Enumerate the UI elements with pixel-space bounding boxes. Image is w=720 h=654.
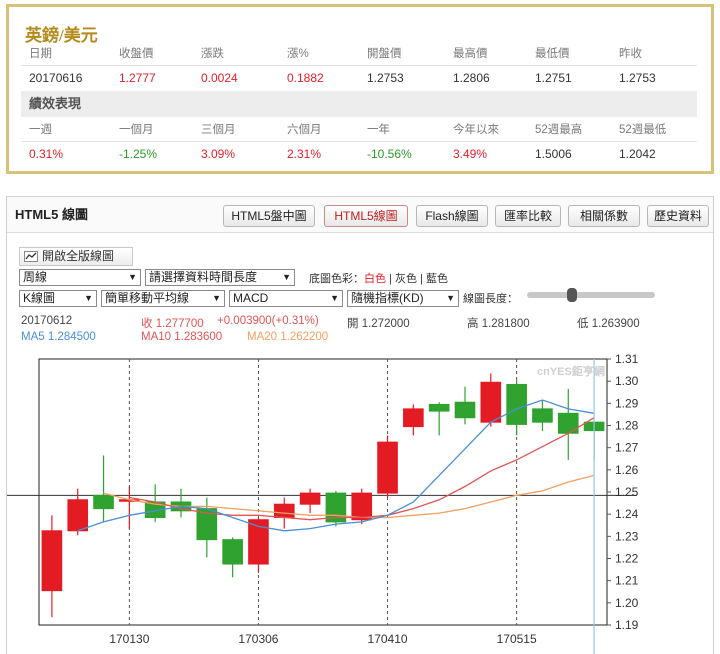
- candle-body-down: [532, 408, 553, 423]
- perf-3m: 3.09%: [201, 147, 236, 161]
- candle-body-up: [480, 381, 502, 423]
- candle-body-down: [557, 412, 579, 434]
- y-tick-label: 1.28: [615, 419, 639, 433]
- col-high-header: 最高價: [453, 48, 488, 60]
- perf-52wl-header: 52週最低: [619, 124, 667, 136]
- x-tick-label: 170410: [368, 632, 408, 646]
- y-tick-label: 1.20: [615, 596, 639, 610]
- y-tick-label: 1.19: [615, 618, 639, 632]
- divider: [21, 65, 697, 66]
- y-tick-label: 1.22: [615, 552, 639, 566]
- candle-body-up: [403, 408, 424, 428]
- y-tick-label: 1.29: [615, 396, 639, 410]
- performance-value-row: 0.31% -1.25% 3.09% 2.31% -10.56% 3.49% 1…: [21, 144, 697, 164]
- quote-title: 英鎊/美元: [25, 26, 98, 45]
- candle-body-down: [454, 401, 476, 419]
- quote-high: 1.2806: [453, 71, 490, 85]
- performance-title: 績效表現: [29, 96, 82, 111]
- quote-header-row: 日期 收盤價 漲跌 漲% 開盤價 最高價 最低價 昨收: [21, 44, 697, 64]
- quote-value-row: 20170616 1.2777 0.0024 0.1882 1.2753 1.2…: [21, 68, 697, 88]
- perf-52w-high: 1.5006: [535, 147, 572, 161]
- x-tick-label: 170306: [238, 632, 278, 646]
- perf-ytd: 3.49%: [453, 147, 488, 161]
- performance-header-row: 一週 一個月 三個月 六個月 一年 今年以來 52週最高 52週最低: [21, 120, 697, 140]
- x-tick-label: 170515: [497, 632, 537, 646]
- col-date-header: 日期: [29, 48, 52, 60]
- candle-body-up: [299, 492, 321, 505]
- performance-band: 績效表現: [21, 91, 697, 117]
- candle-body-up: [67, 499, 89, 532]
- perf-52wh-header: 52週最高: [535, 124, 583, 136]
- col-open-header: 開盤價: [367, 48, 402, 60]
- quote-panel: 英鎊/美元 日期 收盤價 漲跌 漲% 開盤價 最高價 最低價 昨收 201706…: [6, 4, 714, 174]
- perf-6m-header: 六個月: [287, 124, 322, 136]
- perf-1w: 0.31%: [29, 147, 64, 161]
- y-tick-label: 1.27: [615, 441, 639, 455]
- candlestick-chart[interactable]: 170130 170306 170410 170515 1.31 1.30 1.29 1.28…: [7, 197, 713, 654]
- candle-body-up: [377, 441, 398, 494]
- y-tick-label: 1.23: [615, 529, 639, 543]
- candle-body-up: [41, 530, 63, 592]
- watermark: cnYES鉅亨網: [537, 366, 605, 378]
- perf-52w-low: 1.2042: [619, 147, 656, 161]
- y-tick-label: 1.24: [615, 507, 639, 521]
- y-tick-label: 1.30: [615, 374, 639, 388]
- perf-1m-header: 一個月: [119, 124, 154, 136]
- perf-ytd-header: 今年以來: [453, 124, 499, 136]
- col-prevclose-header: 昨收: [619, 48, 642, 60]
- quote-open: 1.2753: [367, 71, 404, 85]
- candle-body-down: [506, 383, 527, 425]
- quote-prevclose: 1.2753: [619, 71, 656, 85]
- candle-body-down: [93, 494, 114, 510]
- candle-body-up: [273, 503, 295, 518]
- perf-6m: 2.31%: [287, 147, 322, 161]
- col-change-header: 漲跌: [201, 48, 224, 60]
- quote-date: 20170616: [29, 71, 83, 85]
- quote-changepct: 0.1882: [287, 71, 324, 85]
- quote-low: 1.2751: [535, 71, 572, 85]
- chart-panel: HTML5 線圖 HTML5盤中圖 HTML5線圖 Flash線圖 匯率比較 相…: [6, 196, 714, 654]
- y-tick-label: 1.25: [615, 485, 639, 499]
- candle-body-down: [428, 403, 450, 412]
- perf-1m: -1.25%: [119, 147, 158, 161]
- col-low-header: 最低價: [535, 48, 570, 60]
- candle-body-down: [222, 539, 243, 565]
- col-close-header: 收盤價: [119, 48, 154, 60]
- quote-change: 0.0024: [201, 71, 238, 85]
- col-changepct-header: 漲%: [287, 48, 309, 60]
- perf-3m-header: 三個月: [201, 124, 236, 136]
- candle-body-up: [351, 492, 373, 521]
- y-tick-label: 1.31: [615, 352, 639, 366]
- x-tick-label: 170130: [109, 632, 149, 646]
- y-tick-label: 1.26: [615, 463, 639, 477]
- quote-close: 1.2777: [119, 71, 156, 85]
- perf-1y-header: 一年: [367, 124, 390, 136]
- y-tick-label: 1.21: [615, 574, 639, 588]
- perf-1y: -10.56%: [367, 147, 412, 161]
- divider: [21, 141, 697, 142]
- perf-1w-header: 一週: [29, 124, 52, 136]
